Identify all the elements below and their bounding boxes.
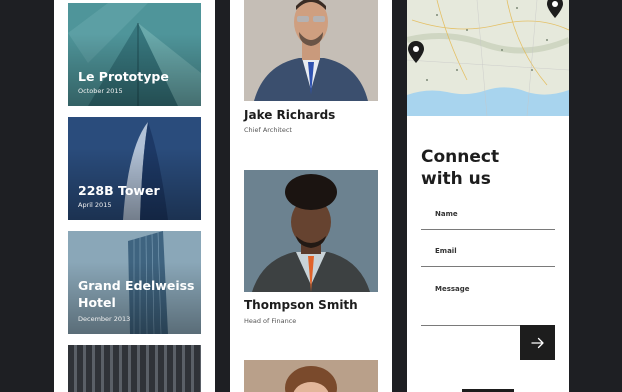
member-role: Chief Architect <box>244 126 292 134</box>
contact-heading: Connect with us <box>421 146 561 190</box>
email-field[interactable]: Email <box>435 247 457 255</box>
project-title: Le Prototype <box>78 69 169 84</box>
arrow-right-icon <box>530 337 544 348</box>
send-button[interactable] <box>520 325 555 360</box>
member-name: Jake Richards <box>244 108 336 122</box>
member-role: Head of Finance <box>244 317 297 325</box>
project-title: 228B Tower <box>78 183 160 198</box>
member-name: Thompson Smith <box>244 298 358 312</box>
project-image <box>68 345 201 392</box>
portrait-illustration <box>244 0 378 101</box>
name-field-underline <box>421 229 555 230</box>
member-photo-3 <box>244 360 378 392</box>
contact-heading-line1: Connect <box>421 147 500 167</box>
team-panel: Jake Richards Chief Architect Thompson S… <box>230 0 392 392</box>
location-map[interactable] <box>407 0 569 116</box>
project-card-grand-edelweiss-hotel[interactable]: Grand Edelweiss Hotel December 2013 <box>68 231 201 334</box>
project-card-228b-tower[interactable]: 228B Tower April 2015 <box>68 117 201 220</box>
member-photo-thompson-smith <box>244 170 378 292</box>
project-card-4[interactable] <box>68 345 201 392</box>
member-photo-jake-richards <box>244 0 378 101</box>
contact-panel: Connect with us Name Email Message <box>407 0 569 392</box>
portrait-illustration <box>244 360 378 392</box>
contact-heading-line2: with us <box>421 169 491 189</box>
map-pin-icon[interactable] <box>546 0 564 18</box>
projects-panel: Le Prototype October 2015 228B Tower Apr… <box>54 0 215 392</box>
project-date: December 2013 <box>78 315 131 323</box>
name-field[interactable]: Name <box>435 210 458 218</box>
email-field-underline <box>421 266 555 267</box>
project-title-line1: Grand Edelweiss <box>78 278 195 293</box>
map-illustration <box>407 0 569 116</box>
project-title: Grand Edelweiss Hotel <box>78 277 195 311</box>
map-pin-icon[interactable] <box>407 41 425 63</box>
project-card-le-prototype[interactable]: Le Prototype October 2015 <box>68 3 201 106</box>
message-field-underline <box>421 325 521 326</box>
message-field[interactable]: Message <box>435 285 470 293</box>
portrait-illustration <box>244 170 378 292</box>
project-date: October 2015 <box>78 87 123 95</box>
project-title-line2: Hotel <box>78 295 116 310</box>
project-date: April 2015 <box>78 201 112 209</box>
